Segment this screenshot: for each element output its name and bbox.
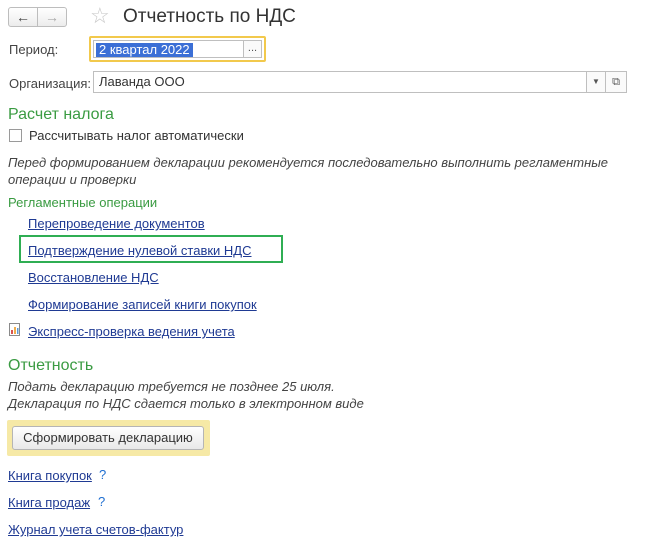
op-link-vat-restore[interactable]: Восстановление НДС xyxy=(28,270,159,285)
hint-line-2: операции и проверки xyxy=(8,172,137,187)
period-input[interactable]: 2 квартал 2022 xyxy=(93,40,243,58)
form-declaration-button[interactable]: Сформировать декларацию xyxy=(12,426,204,450)
op-link-purchase-book-records[interactable]: Формирование записей книги покупок xyxy=(28,297,257,312)
favorite-star-icon[interactable]: ☆ xyxy=(90,3,110,29)
arrow-right-icon: → xyxy=(45,9,59,25)
help-icon[interactable]: ? xyxy=(98,494,105,509)
help-icon[interactable]: ? xyxy=(99,467,106,482)
op-link-zero-rate[interactable]: Подтверждение нулевой ставки НДС xyxy=(28,243,252,258)
deadline-note: Подать декларацию требуется не позднее 2… xyxy=(8,379,335,394)
period-field-highlight: 2 квартал 2022 ... xyxy=(89,36,266,62)
report-check-icon xyxy=(9,323,20,336)
ops-heading: Регламентные операции xyxy=(8,195,158,210)
org-dropdown-button[interactable]: ▼ xyxy=(587,71,606,93)
forward-button[interactable]: → xyxy=(37,7,67,27)
hint-line-1: Перед формированием декларации рекоменду… xyxy=(8,155,609,170)
express-check-link[interactable]: Экспресс-проверка ведения учета xyxy=(28,324,235,339)
org-open-button[interactable]: ⧉ xyxy=(606,71,627,93)
reporting-section-heading: Отчетность xyxy=(8,357,94,374)
electronic-note: Декларация по НДС сдается только в элект… xyxy=(8,396,364,411)
org-input[interactable]: Лаванда ООО xyxy=(93,71,587,93)
op-link-reposting[interactable]: Перепроведение документов xyxy=(28,216,205,231)
period-select-button[interactable]: ... xyxy=(243,40,262,58)
form-declaration-highlight: Сформировать декларацию xyxy=(7,420,210,456)
back-button[interactable]: ← xyxy=(8,7,38,27)
tax-section-heading: Расчет налога xyxy=(8,106,114,123)
period-value: 2 квартал 2022 xyxy=(96,43,193,57)
org-label: Организация: xyxy=(9,76,92,91)
period-label: Период: xyxy=(9,42,59,57)
purchase-book-link[interactable]: Книга покупок xyxy=(8,468,92,483)
chevron-down-icon: ▼ xyxy=(592,77,600,86)
open-window-icon: ⧉ xyxy=(612,76,620,88)
auto-calc-label[interactable]: Рассчитывать налог автоматически xyxy=(29,128,244,143)
page-title: Отчетность по НДС xyxy=(123,6,296,27)
invoice-journal-link[interactable]: Журнал учета счетов-фактур xyxy=(8,522,183,537)
sales-book-link[interactable]: Книга продаж xyxy=(8,495,90,510)
arrow-left-icon: ← xyxy=(16,9,30,25)
auto-calc-checkbox[interactable] xyxy=(9,129,22,142)
